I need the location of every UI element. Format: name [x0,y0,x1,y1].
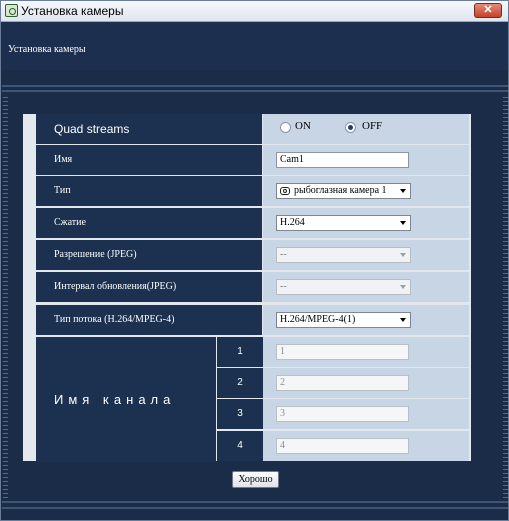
stream-type-label: Тип потока (H.264/MPEG-4) [36,305,262,335]
compression-value-cell: H.264 [263,208,469,238]
divider [2,501,508,503]
title-bar: Установка камеры ✕ [1,1,508,22]
refresh-interval-row: Интервал обновления(JPEG) -- [36,272,469,302]
channel-number: 3 [217,399,263,429]
stream-type-value-cell: H.264/MPEG-4(1) [263,305,469,335]
channel-value-cell: 1 [263,337,469,367]
channel-1-input[interactable]: 1 [276,344,409,360]
channel-name-label: Имя канала [36,337,216,462]
compression-select-value: H.264 [280,217,305,228]
page-title: Установка камеры [8,44,86,55]
channel-value-cell: 3 [263,399,469,429]
channel-value-cell: 4 [263,431,469,461]
channel-4-input[interactable]: 4 [276,438,409,454]
resolution-label: Разрешение (JPEG) [36,240,262,270]
quad-streams-off-label: OFF [362,120,383,132]
resolution-select[interactable]: -- [276,247,411,263]
camera-app-icon [5,4,18,17]
channel-number: 2 [217,368,263,398]
resolution-row: Разрешение (JPEG) -- [36,240,469,270]
type-select-value: рыбоглазная камера 1 [294,185,387,196]
channel-value-cell: 2 [263,368,469,398]
divider [2,90,508,92]
refresh-interval-select[interactable]: -- [276,279,411,295]
stream-type-row: Тип потока (H.264/MPEG-4) H.264/MPEG-4(1… [36,305,469,335]
type-value-cell: рыбоглазная камера 1 [263,176,469,206]
quad-streams-on-radio[interactable] [280,122,291,133]
chevron-down-icon [400,189,406,193]
type-label: Тип [36,176,262,206]
decorative-lines [503,97,508,499]
resolution-value-cell: -- [263,240,469,270]
fisheye-camera-icon [280,187,290,195]
ok-button[interactable]: Хорошо [232,471,279,488]
type-select[interactable]: рыбоглазная камера 1 [276,183,411,199]
quad-streams-off-radio[interactable] [345,122,356,133]
channel-number: 1 [217,337,263,367]
window-title: Установка камеры [21,4,124,18]
resolution-select-value: -- [280,249,287,260]
close-button[interactable]: ✕ [474,3,502,18]
stream-type-select-value: H.264/MPEG-4(1) [280,314,356,325]
compression-select[interactable]: H.264 [276,215,411,231]
quad-streams-row: Quad streams ON OFF [36,114,469,144]
divider [2,85,508,87]
chevron-down-icon [400,285,406,289]
quad-streams-on-label: ON [295,120,311,132]
name-label: Имя [36,145,262,175]
name-value-cell: Cam1 [263,145,469,175]
channel-2-input[interactable]: 2 [276,375,409,391]
channel-3-input[interactable]: 3 [276,406,409,422]
name-row: Имя Cam1 [36,145,469,175]
name-input[interactable]: Cam1 [276,152,409,168]
divider [2,507,508,509]
chevron-down-icon [400,221,406,225]
quad-streams-value: ON OFF [263,114,469,144]
camera-settings-window: Установка камеры ✕ Установка камеры Quad… [0,0,509,521]
decorative-lines [3,97,8,499]
refresh-interval-select-value: -- [280,281,287,292]
refresh-interval-label: Интервал обновления(JPEG) [36,272,262,302]
chevron-down-icon [400,253,406,257]
chevron-down-icon [400,318,406,322]
stream-type-select[interactable]: H.264/MPEG-4(1) [276,312,411,328]
channel-number: 4 [217,431,263,461]
compression-label: Сжатие [36,208,262,238]
compression-row: Сжатие H.264 [36,208,469,238]
refresh-interval-value-cell: -- [263,272,469,302]
type-row: Тип рыбоглазная камера 1 [36,176,469,206]
quad-streams-label: Quad streams [36,114,262,144]
